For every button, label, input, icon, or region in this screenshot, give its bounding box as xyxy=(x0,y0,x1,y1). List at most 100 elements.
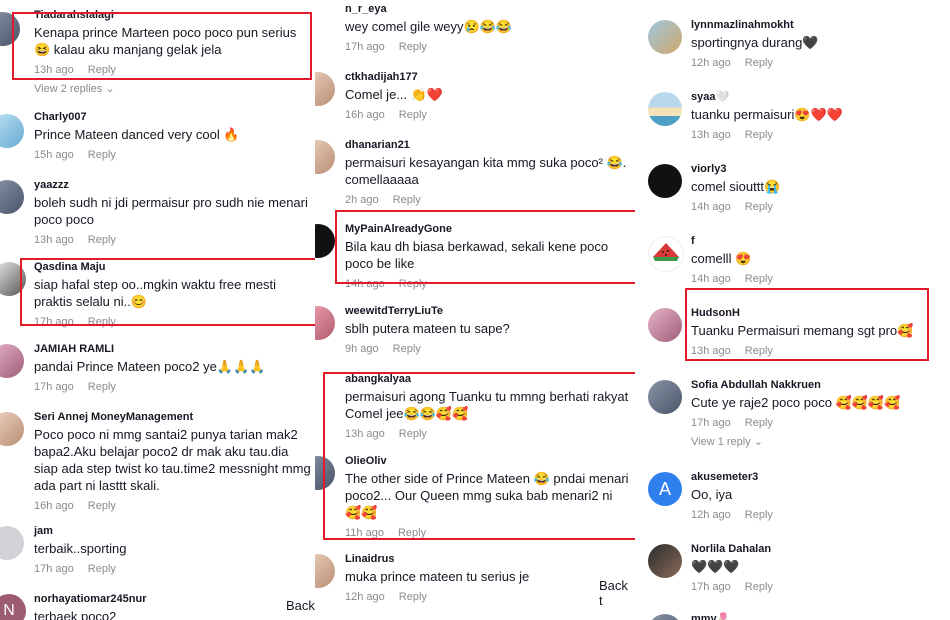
comment-text: Poco poco ni mmg santai2 punya tarian ma… xyxy=(34,427,311,493)
comment-username[interactable]: viorly3 xyxy=(691,162,946,176)
reply-button[interactable]: Reply xyxy=(393,343,421,355)
comment-username[interactable]: OlieOliv xyxy=(345,454,631,468)
comment-timestamp: 16h ago xyxy=(34,500,74,512)
comment-username[interactable]: HudsonH xyxy=(691,306,946,320)
avatar[interactable]: A xyxy=(648,472,682,506)
reply-button[interactable]: Reply xyxy=(399,109,427,121)
comment-timestamp: 14h ago xyxy=(345,278,385,290)
reply-button[interactable]: Reply xyxy=(398,527,426,539)
reply-button[interactable]: Reply xyxy=(399,278,427,290)
comment-text: wey comel gile weyy😢😂😂 xyxy=(345,19,513,34)
comment-username[interactable]: syaa🤍 xyxy=(691,90,946,104)
comment-username[interactable]: akusemeter3 xyxy=(691,470,946,484)
avatar[interactable] xyxy=(0,526,24,560)
comment-text: comelll 😍 xyxy=(691,251,752,266)
reply-button[interactable]: Reply xyxy=(399,591,427,603)
comment-text: The other side of Prince Mateen 😂 pndai … xyxy=(345,471,629,520)
comment-timestamp: 11h ago xyxy=(345,527,384,539)
avatar[interactable] xyxy=(315,224,335,258)
comment-username[interactable]: n_r_eya xyxy=(345,2,631,16)
comment-timestamp: 17h ago xyxy=(34,563,74,575)
avatar[interactable] xyxy=(0,262,26,296)
avatar[interactable] xyxy=(315,140,335,174)
back-button[interactable]: Back xyxy=(280,594,315,617)
reply-button[interactable]: Reply xyxy=(88,563,116,575)
comment-timestamp: 17h ago xyxy=(691,581,731,593)
avatar[interactable] xyxy=(648,92,682,126)
reply-button[interactable]: Reply xyxy=(88,149,116,161)
comment-timestamp: 15h ago xyxy=(34,149,74,161)
comment-username[interactable]: Norlila Dahalan xyxy=(691,542,946,556)
avatar[interactable] xyxy=(315,456,335,490)
avatar[interactable] xyxy=(0,114,24,148)
reply-button[interactable]: Reply xyxy=(745,273,773,285)
comment-text: permaisuri agong Tuanku tu mmng berhati … xyxy=(345,389,629,421)
avatar[interactable] xyxy=(315,554,335,588)
comment-username[interactable]: yaazzz xyxy=(34,178,311,192)
reply-button[interactable]: Reply xyxy=(399,41,427,53)
comment-username[interactable]: Seri Annej MoneyManagement xyxy=(34,410,311,424)
comment-username[interactable]: dhanarian21 xyxy=(345,138,631,152)
comment-username[interactable]: Sofia Abdullah Nakkruen xyxy=(691,378,946,392)
comment-timestamp: 17h ago xyxy=(34,316,74,328)
reply-button[interactable]: Reply xyxy=(88,64,116,76)
reply-button[interactable]: Reply xyxy=(88,316,116,328)
avatar[interactable] xyxy=(648,544,682,578)
reply-button[interactable]: Reply xyxy=(88,500,116,512)
comment-timestamp: 12h ago xyxy=(345,591,385,603)
comment-username[interactable]: Linaidrus xyxy=(345,552,631,566)
avatar[interactable] xyxy=(0,344,24,378)
avatar[interactable]: N xyxy=(0,594,26,620)
view-replies-button[interactable]: View 1 reply ⌄ xyxy=(691,435,946,448)
comment-username[interactable]: jam xyxy=(34,524,311,538)
reply-button[interactable]: Reply xyxy=(745,57,773,69)
avatar[interactable] xyxy=(648,614,682,620)
reply-button[interactable]: Reply xyxy=(745,129,773,141)
comment-text: Oo, iya xyxy=(691,487,733,502)
reply-button[interactable]: Reply xyxy=(88,381,116,393)
comment-username[interactable]: Charly007 xyxy=(34,110,311,124)
reply-button[interactable]: Reply xyxy=(393,194,421,206)
comment-username[interactable]: JAMIAH RAMLI xyxy=(34,342,311,356)
comment-timestamp: 13h ago xyxy=(34,64,74,76)
comment-text: terbaek poco2 xyxy=(34,609,117,620)
avatar[interactable] xyxy=(648,20,682,54)
avatar[interactable] xyxy=(648,380,682,414)
comment-username[interactable]: norhayatiomar245nur xyxy=(34,592,311,606)
comment-timestamp: 9h ago xyxy=(345,343,379,355)
reply-button[interactable]: Reply xyxy=(745,509,773,521)
avatar[interactable] xyxy=(0,12,20,46)
reply-button[interactable]: Reply xyxy=(745,581,773,593)
comment-text: 🖤🖤🖤 xyxy=(691,559,740,574)
comment-username[interactable]: weewitdTerryLiuTe xyxy=(345,304,631,318)
reply-button[interactable]: Reply xyxy=(88,234,116,246)
comment-username[interactable]: f xyxy=(691,234,946,248)
watermelon-icon[interactable] xyxy=(648,236,684,272)
comment-timestamp: 13h ago xyxy=(691,129,731,141)
comment-timestamp: 14h ago xyxy=(691,273,731,285)
comment-text: Tuanku Permaisuri memang sgt pro🥰 xyxy=(691,323,914,338)
reply-button[interactable]: Reply xyxy=(399,428,427,440)
avatar[interactable] xyxy=(648,308,682,342)
comment-username[interactable]: Tiadarahslalagi xyxy=(34,8,311,22)
avatar[interactable] xyxy=(315,72,335,106)
comment-username[interactable]: lynnmazlinahmokht xyxy=(691,18,946,32)
avatar[interactable] xyxy=(648,164,682,198)
comment-username[interactable]: MyPainAlreadyGone xyxy=(345,222,631,236)
back-button[interactable]: Back t xyxy=(593,574,635,612)
avatar[interactable] xyxy=(0,180,24,214)
watermelon-icon xyxy=(653,243,679,261)
reply-button[interactable]: Reply xyxy=(745,201,773,213)
view-replies-button[interactable]: View 2 replies ⌄ xyxy=(34,82,311,95)
comment-username[interactable]: abangkalyaa xyxy=(345,372,631,386)
comment-username[interactable]: ctkhadijah177 xyxy=(345,70,631,84)
comment-username[interactable]: mmy🌷 xyxy=(691,612,946,620)
avatar[interactable] xyxy=(0,412,24,446)
comment-timestamp: 16h ago xyxy=(345,109,385,121)
comment-text: terbaik..sporting xyxy=(34,541,127,556)
comment-text: permaisuri kesayangan kita mmg suka poco… xyxy=(345,155,627,187)
comment-username[interactable]: Qasdina Maju xyxy=(34,260,311,274)
avatar[interactable] xyxy=(315,306,335,340)
reply-button[interactable]: Reply xyxy=(745,345,773,357)
reply-button[interactable]: Reply xyxy=(745,417,773,429)
